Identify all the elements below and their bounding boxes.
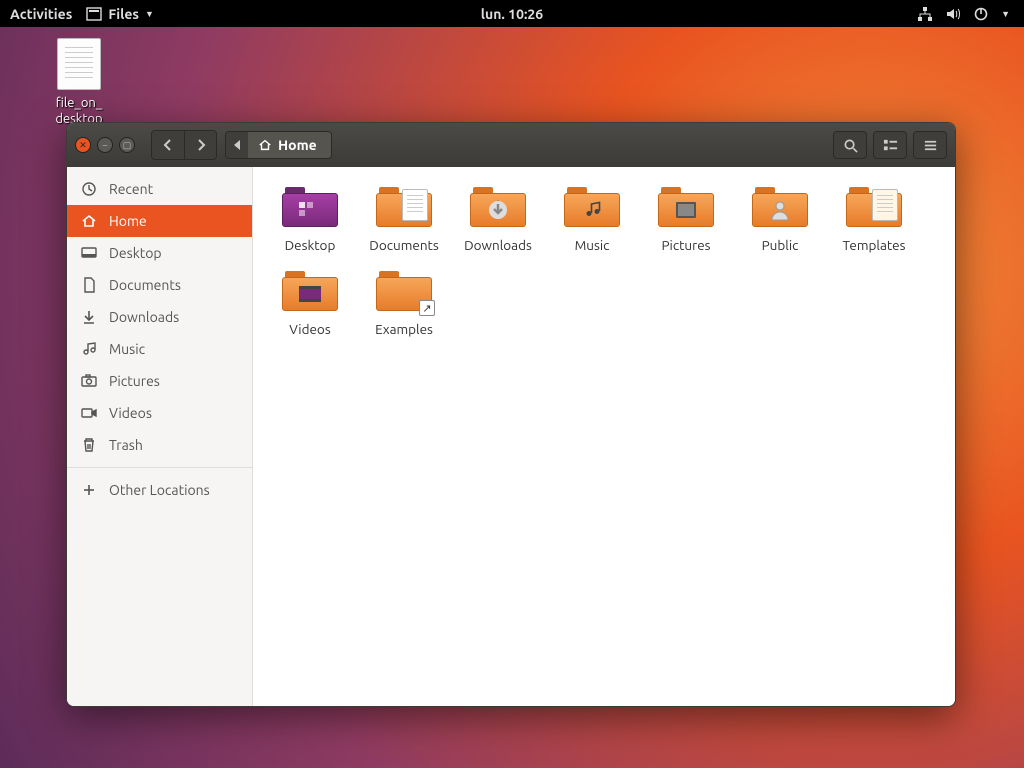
network-icon[interactable] (917, 6, 933, 22)
hamburger-icon (923, 138, 938, 153)
close-button[interactable]: ✕ (75, 137, 91, 153)
grid-list-icon (883, 138, 898, 153)
chevron-right-icon (195, 139, 207, 151)
item-label: Examples (375, 321, 433, 337)
files-window: ✕ – ▢ Home (66, 122, 956, 707)
desktop-glyph-icon (297, 200, 323, 220)
item-label: Music (575, 237, 610, 253)
sidebar-item-home[interactable]: Home (67, 205, 252, 237)
system-menu-chevron-icon[interactable]: ▼ (1001, 9, 1010, 19)
folder-videos[interactable]: Videos (263, 271, 357, 337)
folder-documents[interactable]: Documents (357, 187, 451, 253)
titlebar[interactable]: ✕ – ▢ Home (67, 123, 955, 167)
activities-button[interactable]: Activities (10, 6, 72, 22)
triangle-left-icon (233, 140, 241, 150)
desktop-file-icon[interactable]: file_on_ desktop (34, 38, 124, 127)
chevron-left-icon (162, 139, 174, 151)
back-button[interactable] (152, 131, 184, 159)
sidebar-item-downloads[interactable]: Downloads (67, 301, 252, 333)
clock[interactable]: lun. 10:26 (481, 6, 543, 22)
desktop-file-label-1: file_on_ (34, 96, 124, 112)
video-icon (81, 405, 97, 421)
path-segment-home[interactable]: Home (248, 132, 331, 158)
search-button[interactable] (833, 131, 867, 159)
sidebar-item-trash[interactable]: Trash (67, 429, 252, 461)
download-icon (81, 309, 97, 325)
view-toggle-button[interactable] (873, 131, 907, 159)
folder-public[interactable]: Public (733, 187, 827, 253)
download-glyph-icon (487, 199, 509, 221)
music-glyph-icon (581, 199, 603, 221)
text-file-icon (57, 38, 101, 90)
icon-view[interactable]: Desktop Documents Downloads Music Pictur… (253, 167, 955, 706)
app-menu[interactable]: Files ▼ (86, 6, 154, 22)
search-icon (843, 138, 858, 153)
folder-desktop[interactable]: Desktop (263, 187, 357, 253)
sidebar-item-videos[interactable]: Videos (67, 397, 252, 429)
person-glyph-icon (769, 199, 791, 221)
chevron-down-icon: ▼ (145, 9, 154, 19)
nav-buttons (151, 130, 217, 160)
clock-icon (81, 181, 97, 197)
sidebar-item-music[interactable]: Music (67, 333, 252, 365)
path-leader (226, 132, 248, 158)
music-icon (81, 341, 97, 357)
window-controls: ✕ – ▢ (75, 137, 135, 153)
picture-glyph-icon (674, 200, 698, 220)
power-icon[interactable] (973, 6, 989, 22)
item-label: Desktop (285, 237, 336, 253)
volume-icon[interactable] (945, 6, 961, 22)
sidebar-item-desktop[interactable]: Desktop (67, 237, 252, 269)
app-menu-label: Files (108, 6, 139, 22)
sidebar-separator (67, 467, 252, 468)
item-label: Videos (289, 321, 330, 337)
hamburger-menu-button[interactable] (913, 131, 947, 159)
plus-icon (81, 482, 97, 498)
home-icon (258, 138, 272, 152)
item-label: Downloads (464, 237, 532, 253)
folder-downloads[interactable]: Downloads (451, 187, 545, 253)
item-label: Documents (369, 237, 438, 253)
folder-templates[interactable]: Templates (827, 187, 921, 253)
sidebar-item-documents[interactable]: Documents (67, 269, 252, 301)
folder-pictures[interactable]: Pictures (639, 187, 733, 253)
item-label: Templates (843, 237, 906, 253)
files-icon (86, 6, 102, 22)
forward-button[interactable] (184, 131, 216, 159)
document-icon (81, 277, 97, 293)
home-icon (81, 213, 97, 229)
desktop-icon (81, 245, 97, 261)
folder-music[interactable]: Music (545, 187, 639, 253)
path-bar[interactable]: Home (225, 131, 332, 159)
symlink-overlay-icon: ↗ (419, 300, 435, 316)
gnome-top-bar: Activities Files ▼ lun. 10:26 ▼ (0, 0, 1024, 27)
places-sidebar: Recent Home Desktop Documents Downloads … (67, 167, 253, 706)
item-label: Pictures (661, 237, 710, 253)
sidebar-item-recent[interactable]: Recent (67, 173, 252, 205)
minimize-button[interactable]: – (97, 137, 113, 153)
sidebar-item-pictures[interactable]: Pictures (67, 365, 252, 397)
film-glyph-icon (297, 284, 323, 304)
trash-icon (81, 437, 97, 453)
camera-icon (81, 373, 97, 389)
folder-examples[interactable]: ↗ Examples (357, 271, 451, 337)
item-label: Public (762, 237, 799, 253)
activities-label: Activities (10, 6, 72, 22)
maximize-button[interactable]: ▢ (119, 137, 135, 153)
sidebar-item-other-locations[interactable]: Other Locations (67, 474, 252, 506)
